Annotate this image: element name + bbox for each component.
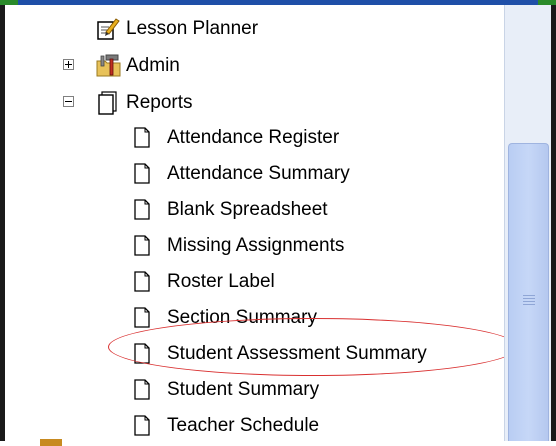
- expand-admin-toggle[interactable]: [63, 59, 74, 70]
- scrollbar-thumb[interactable]: [508, 143, 549, 441]
- document-icon: [134, 163, 150, 184]
- document-icon: [134, 307, 150, 328]
- lesson-planner-icon: [97, 18, 120, 40]
- document-icon: [134, 271, 150, 292]
- collapse-reports-toggle[interactable]: [63, 96, 74, 107]
- vertical-scrollbar[interactable]: [504, 5, 551, 441]
- tree-item-label: Lesson Planner: [126, 18, 259, 39]
- document-icon: [134, 235, 150, 256]
- report-item-label: Student Summary: [167, 379, 320, 400]
- report-item-label: Teacher Schedule: [167, 415, 320, 436]
- document-icon: [134, 415, 150, 436]
- admin-folder-tools-icon: [96, 54, 121, 77]
- report-item-label: Missing Assignments: [167, 235, 345, 256]
- window-right-border: [551, 5, 556, 441]
- tree-item-label: Reports: [126, 92, 193, 113]
- tree-view: Lesson Planner Admin Reports Attendance …: [8, 5, 518, 446]
- tree-item-label: Admin: [126, 55, 180, 76]
- report-item-label: Roster Label: [167, 271, 275, 292]
- document-icon: [134, 127, 150, 148]
- scrollbar-grip-icon: [523, 295, 535, 307]
- highlight-ellipse: [108, 318, 518, 376]
- reports-pages-icon: [98, 91, 117, 115]
- partial-folder-icon: [40, 439, 62, 446]
- report-item-label: Blank Spreadsheet: [167, 199, 328, 220]
- report-item-label: Attendance Summary: [167, 163, 350, 184]
- report-item-label: Attendance Register: [167, 127, 340, 148]
- document-icon: [134, 199, 150, 220]
- document-icon: [134, 379, 150, 400]
